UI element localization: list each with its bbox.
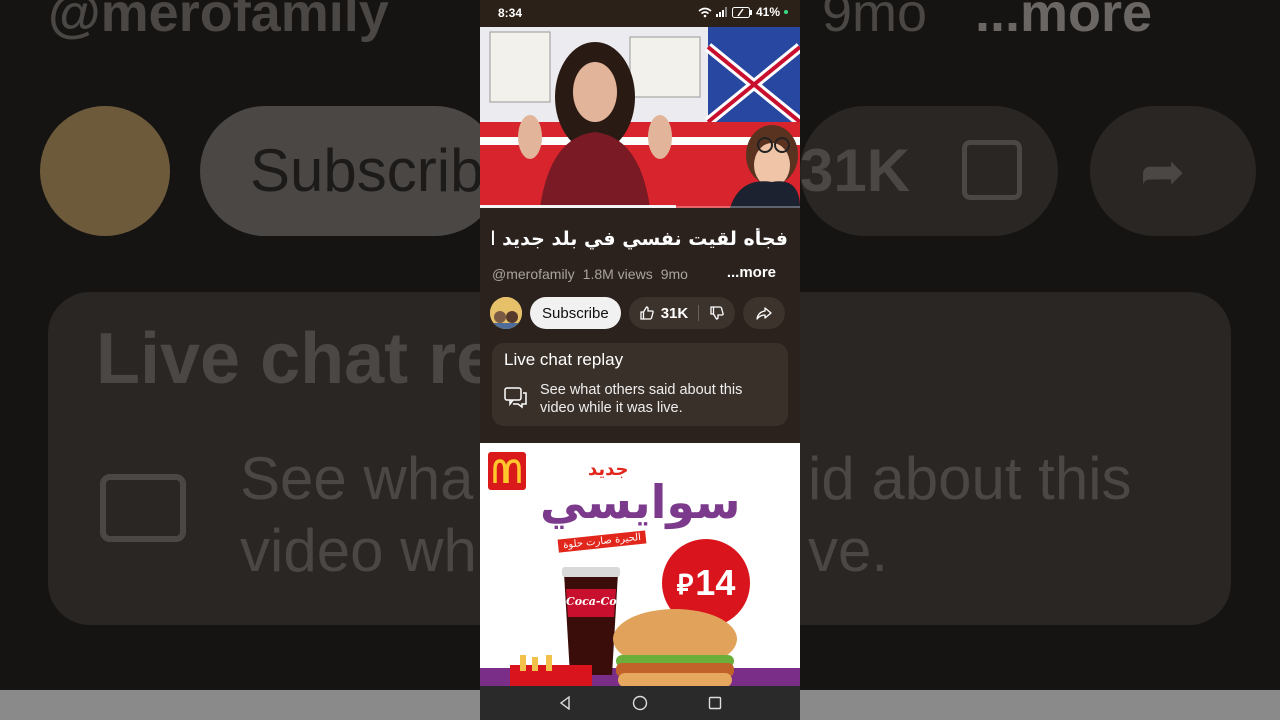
bg-chat-heading: Live chat re (96, 319, 497, 399)
ad-price: 14 (695, 562, 736, 603)
bg-chat-line2b: ve. (808, 517, 889, 584)
upload-age: 9mo (660, 266, 688, 282)
like-dislike-pill: 31K (628, 297, 736, 329)
bg-likes-text: 31K (800, 137, 911, 204)
cup-label: Coca-Cola (566, 595, 628, 608)
video-frame-image (480, 27, 800, 208)
status-time: 8:34 (498, 6, 523, 20)
bg-chat-line2: video wh (240, 517, 477, 584)
home-icon[interactable] (632, 695, 648, 711)
mcdonalds-logo (488, 452, 526, 490)
bg-chat-icon (100, 474, 186, 542)
bg-chat-line1: See wha (240, 445, 474, 512)
bg-chat-line1b: id about this (808, 445, 1132, 512)
bg-age-text: 9mo (822, 0, 928, 43)
bg-more-text: ...more (975, 0, 1153, 43)
avatar-image (490, 297, 522, 329)
wifi-icon (698, 7, 712, 17)
bg-channel-text: @merofamily (48, 0, 389, 43)
bg-share-icon: ➦ (1140, 142, 1186, 202)
status-icons: 41% (698, 5, 788, 19)
share-icon (756, 307, 772, 320)
phone-screen: 8:34 41% فجأه لقيت نفسي في بلد جديد ا...… (480, 0, 800, 720)
video-player[interactable] (480, 27, 800, 208)
bg-dislike-icon (962, 140, 1022, 200)
more-link[interactable]: ...more (722, 264, 776, 281)
golden-arches-icon (493, 459, 521, 483)
ad-headline: سوايسي (540, 475, 741, 529)
status-bar: 8:34 41% (480, 0, 800, 27)
system-nav-bar (480, 686, 800, 720)
fries-image (510, 655, 592, 686)
action-row: Subscribe 31K (490, 296, 794, 330)
ad-subline: الحيرة صارت حلوة (557, 530, 647, 553)
battery-percent: 41% (755, 5, 780, 19)
video-info-panel: فجأه لقيت نفسي في بلد جديد ا... @merofam… (480, 208, 800, 443)
video-meta[interactable]: @merofamily 1.8M views 9mo ...more (492, 264, 788, 284)
notification-dot (784, 10, 788, 14)
ad-banner[interactable]: جديد سوايسي الحيرة صارت حلوة ⃁ 14 Coca-C… (480, 443, 800, 686)
live-chat-replay-card[interactable]: Live chat replay See what others said ab… (492, 343, 788, 426)
channel-handle: @merofamily (492, 266, 575, 282)
video-title[interactable]: فجأه لقيت نفسي في بلد جديد ا... (492, 228, 788, 250)
signal-icon (715, 7, 727, 17)
thumbs-up-icon[interactable] (639, 305, 655, 321)
share-button[interactable] (743, 297, 786, 329)
live-chat-description: See what others said about this video wh… (540, 382, 743, 416)
back-icon[interactable] (558, 696, 572, 710)
view-count: 1.8M views (582, 266, 653, 282)
bg-avatar (40, 106, 170, 236)
live-chat-heading: Live chat replay (504, 350, 624, 369)
recents-icon[interactable] (708, 696, 722, 710)
thumbs-down-icon[interactable] (709, 305, 725, 321)
bg-subscribe-text: Subscrib (250, 137, 484, 204)
currency-symbol: ⃁ (676, 568, 694, 600)
subscribe-button[interactable]: Subscribe (530, 297, 621, 329)
channel-avatar[interactable] (490, 297, 522, 329)
chat-bubble-icon (504, 387, 527, 409)
burger-image (613, 609, 737, 686)
battery-icon (731, 6, 752, 18)
like-divider (698, 305, 700, 321)
like-count[interactable]: 31K (661, 305, 689, 322)
